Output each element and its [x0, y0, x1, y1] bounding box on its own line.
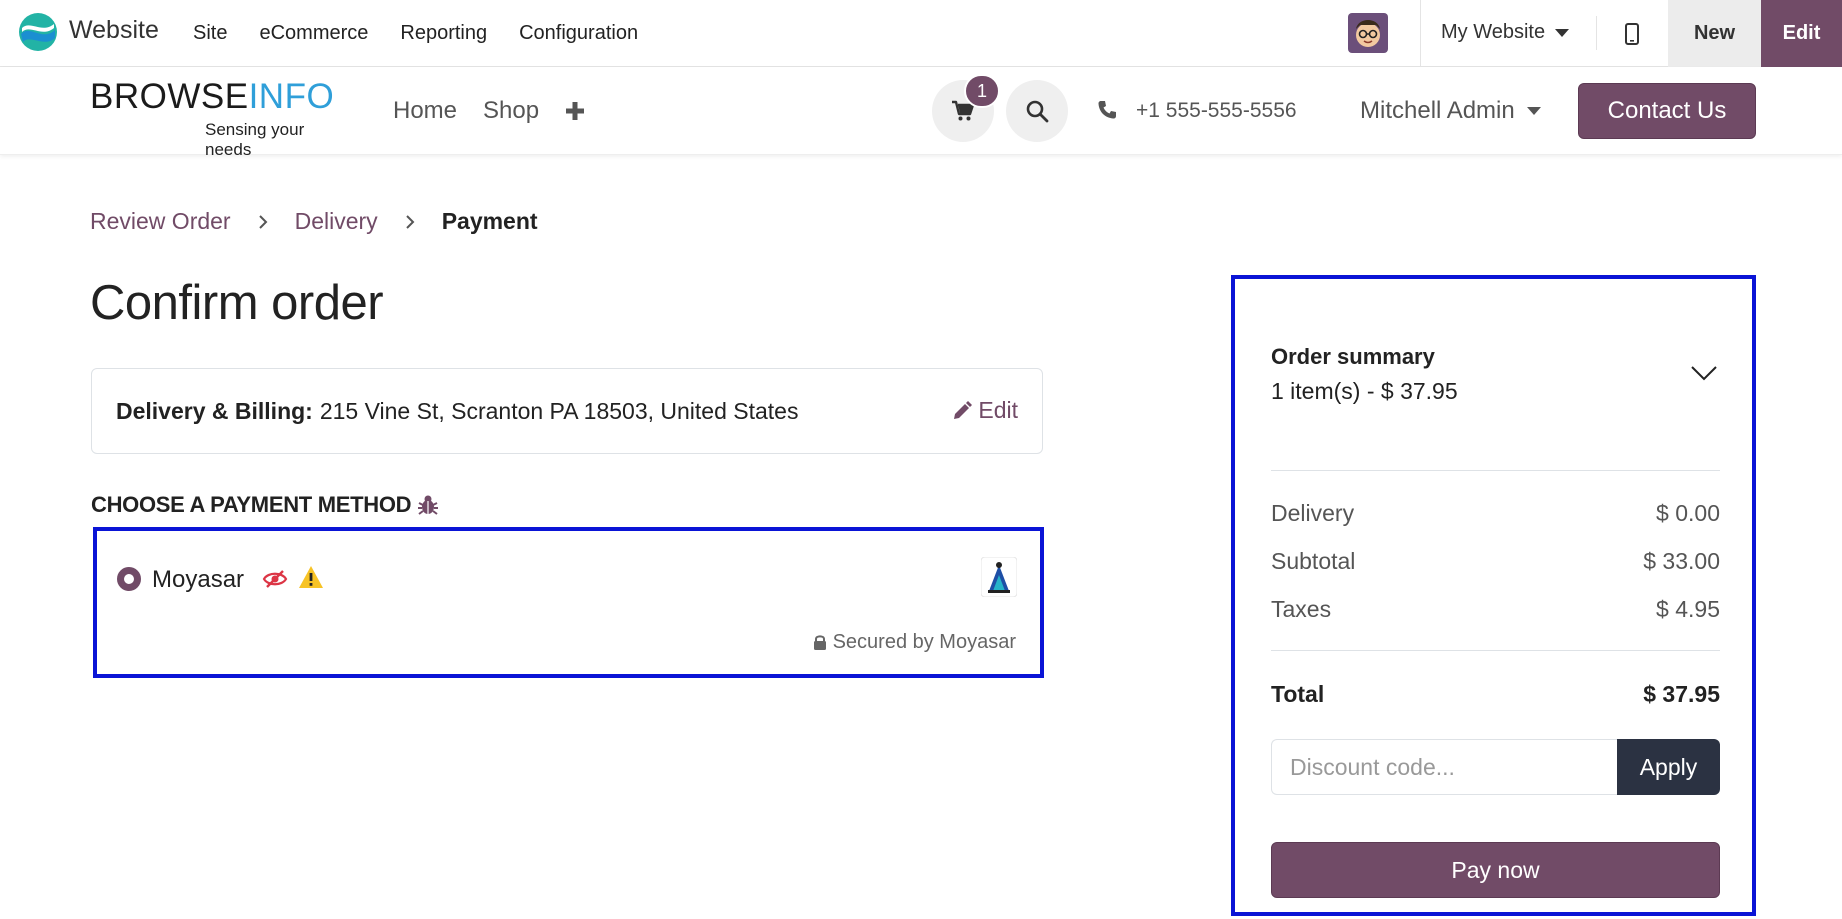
edit-address-label: Edit	[978, 397, 1018, 423]
summary-row-delivery: Delivery $ 0.00	[1271, 500, 1720, 527]
pencil-icon	[954, 400, 973, 419]
user-name: Mitchell Admin	[1360, 97, 1515, 124]
user-avatar[interactable]	[1348, 13, 1388, 53]
summary-label: Delivery	[1271, 500, 1355, 526]
chevron-right-icon	[405, 214, 415, 229]
caret-down-icon	[1555, 28, 1570, 37]
phone-number[interactable]: +1 555-555-5556	[1136, 99, 1297, 123]
summary-value: $ 0.00	[1656, 500, 1720, 526]
summary-label: Subtotal	[1271, 548, 1356, 574]
phone-icon	[1098, 101, 1116, 119]
total-label: Total	[1271, 681, 1325, 707]
order-summary-panel: Order summary 1 item(s) - $ 37.95 Delive…	[1231, 275, 1756, 916]
cart-count-badge: 1	[964, 74, 1000, 108]
lock-icon	[813, 635, 826, 650]
chevron-down-icon[interactable]	[1690, 365, 1718, 381]
mobile-icon	[1625, 22, 1639, 45]
divider	[1271, 470, 1720, 471]
app-name[interactable]: Website	[69, 16, 159, 45]
summary-row-taxes: Taxes $ 4.95	[1271, 596, 1720, 623]
payment-method-option[interactable]: Moyasar Secured by Moyasar	[93, 527, 1044, 678]
website-selector[interactable]: My Website	[1441, 21, 1570, 44]
website-app-icon[interactable]	[18, 12, 58, 52]
new-button[interactable]: New	[1668, 0, 1761, 67]
payment-method-name: Moyasar	[152, 566, 245, 593]
admin-navbar: Website Site eCommerce Reporting Configu…	[0, 0, 1842, 67]
address-label: Delivery & Billing:	[116, 397, 313, 424]
user-menu[interactable]: Mitchell Admin	[1360, 97, 1541, 125]
summary-value: $ 33.00	[1643, 548, 1720, 574]
payment-method-heading: CHOOSE A PAYMENT METHOD	[91, 492, 439, 518]
brand-tagline: Sensing your needs	[205, 120, 305, 159]
menu-reporting[interactable]: Reporting	[400, 22, 487, 45]
eye-slash-icon	[262, 570, 288, 588]
brand-logo[interactable]: BROWSEINFO Sensing your needs	[90, 77, 350, 159]
address-card: Delivery & Billing: 215 Vine St, Scranto…	[91, 368, 1043, 454]
page-title: Confirm order	[90, 276, 384, 330]
search-icon	[1026, 100, 1049, 123]
contact-us-button[interactable]: Contact Us	[1578, 83, 1756, 139]
warning-icon	[299, 566, 323, 588]
checkout-breadcrumb: Review Order Delivery Payment	[90, 208, 538, 235]
site-header: BROWSEINFO Sensing your needs Home Shop …	[0, 67, 1842, 159]
pay-now-button[interactable]: Pay now	[1271, 842, 1720, 898]
moyasar-logo-icon	[981, 557, 1017, 597]
bug-icon[interactable]	[417, 494, 439, 516]
website-selector-label: My Website	[1441, 21, 1546, 43]
plus-icon[interactable]	[565, 101, 585, 121]
menu-site[interactable]: Site	[193, 22, 227, 45]
address-value: 215 Vine St, Scranton PA 18503, United S…	[319, 397, 799, 424]
edit-button[interactable]: Edit	[1761, 0, 1842, 67]
total-value: $ 37.95	[1643, 681, 1720, 707]
admin-menu: Site eCommerce Reporting Configuration	[193, 22, 670, 45]
discount-form: Apply	[1271, 739, 1720, 795]
divider	[1420, 0, 1421, 67]
secured-by-text: Secured by Moyasar	[813, 631, 1016, 654]
chevron-right-icon	[258, 214, 268, 229]
nav-home[interactable]: Home	[393, 97, 457, 125]
discount-code-input[interactable]	[1271, 739, 1617, 795]
order-summary-title: Order summary	[1271, 344, 1435, 369]
edit-address-link[interactable]: Edit	[952, 397, 1018, 424]
breadcrumb-payment: Payment	[441, 208, 538, 234]
menu-ecommerce[interactable]: eCommerce	[259, 22, 368, 45]
summary-row-subtotal: Subtotal $ 33.00	[1271, 548, 1720, 575]
summary-row-total: Total $ 37.95	[1271, 681, 1720, 708]
nav-shop[interactable]: Shop	[483, 97, 539, 125]
brand-name: BROWSEINFO	[90, 77, 335, 116]
site-nav: Home Shop	[393, 97, 565, 125]
payment-method-radio[interactable]	[117, 567, 141, 591]
summary-label: Taxes	[1271, 596, 1332, 622]
breadcrumb-review-order[interactable]: Review Order	[90, 208, 231, 235]
caret-down-icon	[1526, 107, 1541, 115]
payment-method-heading-text: CHOOSE A PAYMENT METHOD	[91, 492, 412, 517]
secured-by-label: Secured by Moyasar	[832, 631, 1016, 653]
summary-value: $ 4.95	[1656, 596, 1720, 622]
order-summary-items: 1 item(s) - $ 37.95	[1271, 378, 1458, 404]
menu-configuration[interactable]: Configuration	[519, 22, 638, 45]
apply-discount-button[interactable]: Apply	[1617, 739, 1720, 795]
divider	[1271, 650, 1720, 651]
breadcrumb-delivery[interactable]: Delivery	[295, 208, 378, 235]
search-button[interactable]	[1006, 80, 1068, 142]
mobile-preview-button[interactable]	[1596, 0, 1668, 67]
